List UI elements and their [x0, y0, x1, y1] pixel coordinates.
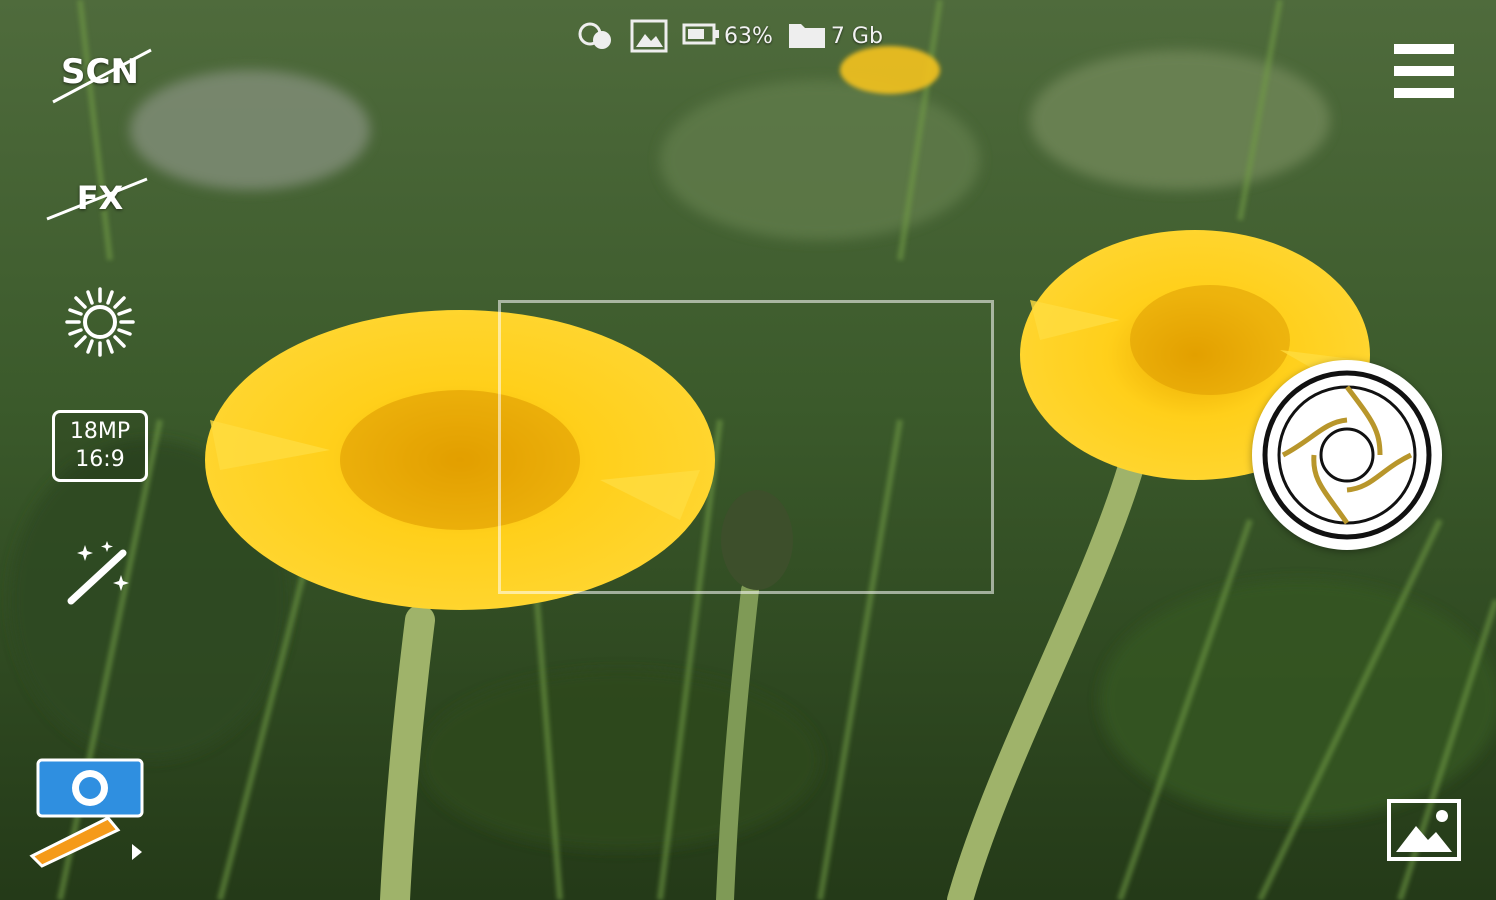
gallery-button[interactable] [1386, 798, 1462, 862]
scene-mode-icon: SCN [52, 48, 152, 104]
brightness-button[interactable] [50, 284, 150, 364]
effects-button[interactable]: FX [46, 158, 150, 238]
aspect-ratio: 16:9 [75, 447, 125, 472]
status-bar: 63% 7 Gb [576, 18, 883, 54]
image-icon [630, 19, 668, 53]
shutter-button[interactable] [1252, 360, 1442, 550]
cloud-sync-icon [576, 20, 616, 52]
scene-mode-button[interactable]: SCN [50, 32, 152, 112]
resolution-button[interactable]: 18MP 16:9 [50, 406, 150, 486]
camera-mode-switch-icon [28, 758, 152, 878]
folder-icon [787, 18, 827, 54]
camera-mode-switch[interactable] [28, 756, 152, 874]
battery-percent: 63% [724, 23, 773, 49]
menu-button[interactable] [1392, 42, 1456, 106]
magic-wand-button[interactable] [50, 536, 150, 616]
brightness-icon [63, 285, 137, 363]
effects-icon: FX [46, 177, 148, 221]
shutter-icon [1252, 370, 1442, 554]
magic-wand-icon [63, 539, 137, 613]
focus-frame [498, 300, 994, 594]
resolution-mp: 18MP [69, 419, 131, 444]
battery-icon [682, 22, 720, 50]
resolution-icon: 18MP 16:9 [52, 410, 148, 482]
gallery-icon [1386, 799, 1462, 866]
storage-free: 7 Gb [830, 23, 883, 49]
